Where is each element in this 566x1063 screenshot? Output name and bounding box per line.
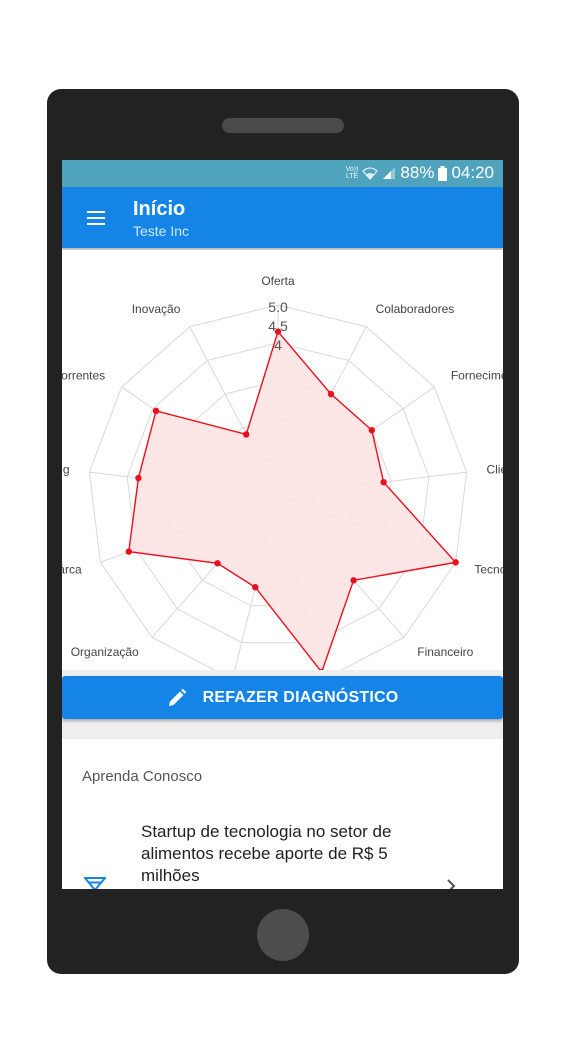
menu-icon[interactable]	[87, 211, 105, 225]
diagnostic-chart-card: Oferta Colaboradores Fornecimento Clientes T…	[62, 250, 503, 670]
clock: 04:20	[451, 163, 494, 182]
radar-point-3	[380, 478, 387, 486]
axis-label-3: Clientes	[486, 463, 503, 477]
speaker-grille	[222, 118, 344, 133]
chevron-right-icon[interactable]	[446, 879, 456, 889]
scale-label-2: 4	[274, 337, 282, 353]
app-bar: Início Teste Inc	[62, 187, 503, 248]
axis-label-10: Marketing	[62, 463, 70, 477]
status-bar: Vo)) LTE 88% 04:20	[62, 160, 503, 187]
network-top-label: Vo))	[345, 166, 359, 173]
axis-label-2: Fornecimento	[451, 369, 503, 383]
radar-scale: 5.0 4.5 4	[268, 299, 288, 353]
radar-point-8	[214, 560, 221, 567]
radar-point-11	[152, 407, 160, 415]
pencil-icon	[168, 688, 186, 706]
redo-diagnostic-button[interactable]: REFAZER DIAGNÓSTICO	[62, 676, 503, 719]
axis-label-8: Organização	[71, 645, 139, 659]
scale-label-0: 5.0	[268, 299, 288, 315]
radar-point-10	[135, 474, 142, 482]
radar-point-5	[350, 577, 357, 584]
axis-label-1: Colaboradores	[376, 302, 455, 316]
axis-label-9: Marca	[62, 562, 82, 576]
radar-point-1	[327, 390, 335, 398]
phone-screen: Vo)) LTE 88% 04:20 Início Teste Inc Ofer…	[62, 160, 503, 889]
axis-label-12: Inovação	[132, 302, 181, 316]
axis-label-5: Financeiro	[417, 645, 473, 659]
axis-label-11: Concorrentes	[62, 369, 105, 383]
radar-chart: Oferta Colaboradores Fornecimento Clientes T…	[62, 274, 503, 670]
scale-label-1: 4.5	[268, 318, 288, 334]
axis-label-4: Tecnologias	[474, 562, 503, 576]
phone-frame: Vo)) LTE 88% 04:20 Início Teste Inc Ofer…	[47, 89, 519, 974]
learn-section: Aprenda Conosco Startup de tecnologia no…	[62, 739, 503, 889]
axis-label-0: Oferta	[261, 274, 295, 288]
radar-point-2	[368, 427, 376, 434]
filter-icon	[84, 877, 106, 889]
page-title: Início	[133, 198, 186, 220]
radar-point-4	[452, 559, 459, 566]
status-indicators: Vo)) LTE 88% 04:20	[346, 163, 494, 183]
radar-point-9	[125, 548, 132, 555]
learn-section-title: Aprenda Conosco	[82, 768, 203, 785]
radar-data	[125, 328, 459, 670]
network-type: Vo)) LTE	[346, 166, 359, 180]
signal-icon	[383, 167, 396, 179]
battery-percent: 88%	[400, 163, 435, 182]
network-bottom-label: LTE	[345, 173, 359, 180]
redo-diagnostic-label: REFAZER DIAGNÓSTICO	[202, 688, 399, 706]
radar-series-area	[127, 330, 458, 670]
company-subtitle: Teste Inc	[133, 223, 190, 239]
radar-point-7	[252, 584, 259, 591]
article-title[interactable]: Startup de tecnologia no setor de alimen…	[141, 821, 421, 887]
home-button[interactable]	[257, 909, 309, 961]
radar-point-12	[243, 431, 250, 438]
battery-icon	[438, 165, 448, 181]
wifi-icon	[362, 167, 379, 180]
